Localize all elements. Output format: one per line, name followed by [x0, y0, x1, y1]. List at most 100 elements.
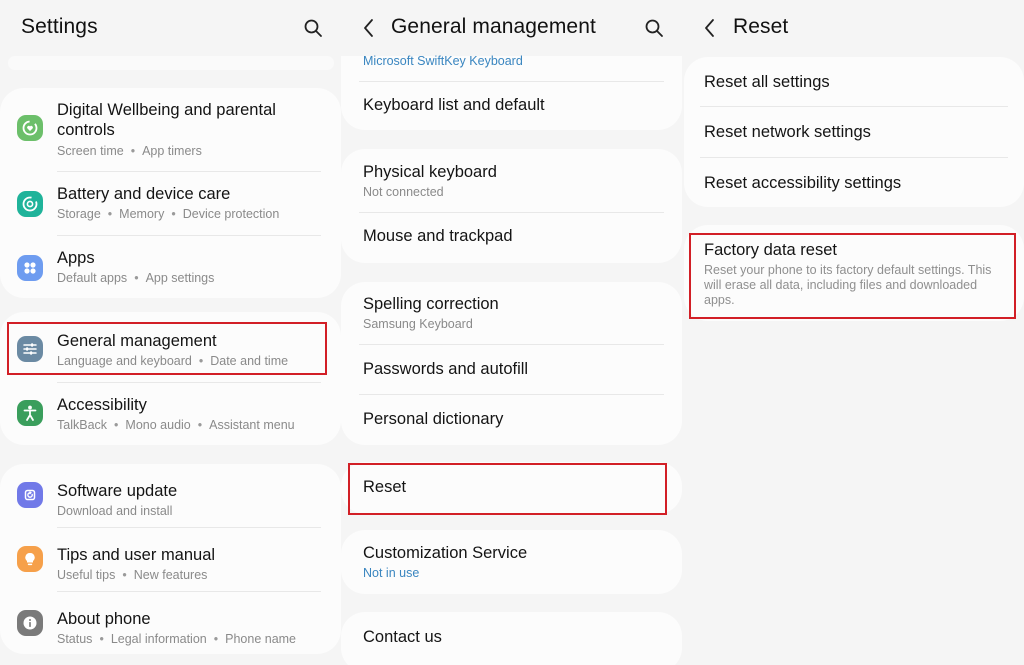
item-title: Factory data reset [704, 241, 837, 259]
reset-all-settings-item[interactable]: Reset all settings [684, 57, 1024, 106]
item-subtitle: Download and install [57, 504, 173, 518]
item-subtitle: Not in use [363, 566, 420, 580]
general-management-header: General management [341, 0, 682, 56]
tips-icon [17, 546, 43, 572]
customization-card: Customization Service Not in use [341, 530, 682, 594]
item-subtitle: Screen time • App timers [57, 144, 202, 158]
reset-item[interactable]: Reset [341, 462, 682, 514]
device-care-icon [17, 191, 43, 217]
divider [57, 382, 321, 383]
page-title: Reset [733, 15, 789, 38]
input-devices-card: Physical keyboard Not connected Mouse an… [341, 149, 682, 263]
item-title: Reset accessibility settings [704, 174, 902, 192]
item-title: Software update [57, 482, 178, 500]
reset-options-card: Reset all settings Reset network setting… [684, 57, 1024, 207]
mouse-trackpad-item[interactable]: Mouse and trackpad [341, 213, 682, 263]
item-title-cont: controls [57, 121, 115, 139]
keyboard-list-item[interactable]: Keyboard list and default [341, 83, 682, 129]
search-icon [645, 19, 663, 37]
item-description: Reset your phone to its factory default … [704, 263, 992, 307]
item-subtitle: Useful tips • New features [57, 568, 208, 582]
divider [57, 235, 321, 236]
item-title: Customization Service [363, 544, 528, 562]
text-input-card: Spelling correction Samsung Keyboard Pas… [341, 282, 682, 445]
customization-service-item[interactable]: Customization Service Not in use [341, 530, 682, 594]
divider [359, 81, 664, 82]
item-subtitle: Storage • Memory • Device protection [57, 207, 280, 221]
item-subtitle: Status • Legal information • Phone name [57, 632, 297, 646]
digital-wellbeing-icon [17, 115, 43, 141]
keyboard-card: Microsoft SwiftKey Keyboard Keyboard lis… [341, 54, 682, 130]
settings-card-1: Digital Wellbeing and parental controls … [0, 88, 341, 298]
search-button[interactable] [644, 18, 664, 38]
item-title: Battery and device care [57, 185, 231, 203]
software-update-icon [17, 482, 43, 508]
settings-item-digital-wellbeing[interactable]: Digital Wellbeing and parental controls … [0, 98, 341, 166]
item-title: Digital Wellbeing and parental [57, 101, 276, 119]
reset-header: Reset [682, 0, 1024, 56]
back-button[interactable] [361, 17, 377, 39]
item-title: Contact us [363, 628, 442, 646]
settings-header: Settings [0, 0, 341, 56]
item-title: Apps [57, 249, 95, 267]
contact-us-item[interactable]: Contact us [341, 612, 682, 662]
personal-dictionary-item[interactable]: Personal dictionary [341, 395, 682, 444]
divider [57, 527, 321, 528]
item-title: Accessibility [57, 396, 147, 414]
item-title: Passwords and autofill [363, 360, 529, 378]
search-button[interactable] [303, 18, 323, 38]
item-title: Spelling correction [363, 295, 499, 313]
general-management-panel: General management Microsoft SwiftKey Ke… [341, 0, 682, 665]
item-subtitle: Default apps • App settings [57, 271, 215, 285]
reset-network-settings-item[interactable]: Reset network settings [684, 107, 1024, 157]
apps-icon [17, 255, 43, 281]
page-title: General management [391, 15, 596, 38]
reset-accessibility-settings-item[interactable]: Reset accessibility settings [684, 158, 1024, 207]
chevron-left-icon [705, 19, 714, 37]
settings-panel: Settings Digital Wellbeing and parental … [0, 0, 341, 665]
item-subtitle: Microsoft SwiftKey Keyboard [363, 54, 523, 68]
default-keyboard-item[interactable]: Microsoft SwiftKey Keyboard [341, 54, 682, 78]
item-title: Personal dictionary [363, 410, 504, 428]
spelling-correction-item[interactable]: Spelling correction Samsung Keyboard [341, 282, 682, 344]
settings-card-2: General management Language and keyboard… [0, 312, 341, 445]
factory-reset-card: Factory data reset Reset your phone to i… [684, 225, 1024, 321]
settings-item-accessibility[interactable]: Accessibility TalkBack • Mono audio • Assist… [0, 387, 341, 443]
settings-item-tips[interactable]: Tips and user manual Useful tips • New fea… [0, 532, 341, 588]
settings-item-general-management[interactable]: General management Language and keyboard… [0, 320, 341, 376]
item-title: Keyboard list and default [363, 96, 545, 114]
item-title: Reset [363, 478, 407, 496]
accessibility-icon [17, 400, 43, 426]
collapsed-card [8, 56, 334, 70]
item-subtitle: TalkBack • Mono audio • Assistant menu [57, 418, 295, 432]
search-icon [304, 19, 322, 37]
item-subtitle: Samsung Keyboard [363, 317, 473, 331]
settings-item-apps[interactable]: Apps Default apps • App settings [0, 240, 341, 296]
chevron-left-icon [364, 19, 373, 37]
general-management-icon [17, 336, 43, 362]
reset-card: Reset [341, 462, 682, 514]
contact-card: Contact us [341, 612, 682, 665]
item-title: Reset network settings [704, 123, 871, 141]
page-title: Settings [21, 15, 98, 38]
item-title: Mouse and trackpad [363, 227, 513, 245]
about-phone-icon [17, 610, 43, 636]
divider [57, 591, 321, 592]
settings-card-3: Software update Download and install Tip… [0, 464, 341, 654]
settings-item-battery[interactable]: Battery and device care Storage • Memory • D… [0, 176, 341, 232]
item-subtitle: Not connected [363, 185, 444, 199]
item-title: General management [57, 332, 217, 350]
item-subtitle: Language and keyboard • Date and time [57, 354, 289, 368]
item-title: Reset all settings [704, 73, 830, 91]
factory-data-reset-item[interactable]: Factory data reset Reset your phone to i… [684, 225, 1024, 321]
divider [57, 171, 321, 172]
reset-panel: Reset Reset all settings Reset network s… [682, 0, 1024, 665]
back-button[interactable] [702, 17, 718, 39]
settings-item-about-phone[interactable]: About phone Status • Legal information • Pho… [0, 596, 341, 652]
settings-item-software-update[interactable]: Software update Download and install [0, 468, 341, 524]
item-title: Physical keyboard [363, 163, 497, 181]
passwords-autofill-item[interactable]: Passwords and autofill [341, 345, 682, 394]
item-title: Tips and user manual [57, 546, 216, 564]
physical-keyboard-item[interactable]: Physical keyboard Not connected [341, 149, 682, 211]
item-title: About phone [57, 610, 151, 628]
